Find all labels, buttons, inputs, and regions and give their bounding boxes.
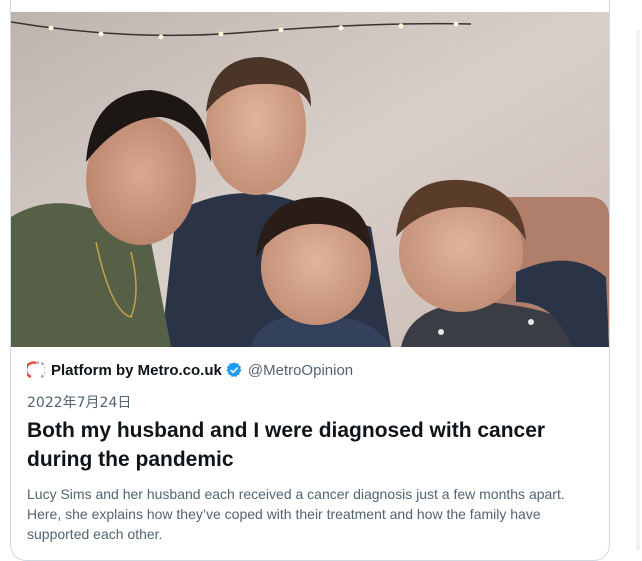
article-headline[interactable]: Both my husband and I were diagnosed wit…	[27, 416, 587, 474]
article-photo[interactable]	[11, 12, 609, 347]
publish-date: 2022年7月24日	[27, 395, 132, 411]
source-row: Platform by Metro.co.uk @MetroOpinion	[24, 360, 353, 380]
source-name[interactable]: Platform by Metro.co.uk	[51, 362, 222, 379]
article-card[interactable]: Platform by Metro.co.uk @MetroOpinion 20…	[10, 0, 610, 561]
scrollbar-track[interactable]	[636, 30, 640, 550]
metro-logo-icon	[24, 361, 48, 379]
verified-badge-icon	[225, 361, 243, 379]
article-description: Lucy Sims and her husband each received …	[27, 486, 565, 542]
family-photo-image	[11, 12, 609, 347]
source-handle[interactable]: @MetroOpinion	[248, 362, 353, 379]
